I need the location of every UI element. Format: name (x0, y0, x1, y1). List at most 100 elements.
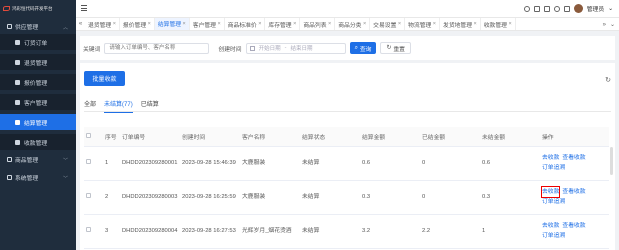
start-date-placeholder: 开始日期 (258, 46, 281, 52)
order-icon (15, 39, 20, 45)
order-trace-link[interactable]: 订单追溯 (542, 197, 609, 207)
sidebar-item-returns[interactable]: 退货管理 (0, 54, 76, 70)
calendar-icon (249, 45, 255, 51)
close-icon[interactable]: × (474, 21, 477, 27)
top-toolbar: 管理员 ⌄ (523, 4, 613, 13)
menu-group-goods[interactable]: 商品管理 ﹀ (0, 153, 76, 166)
tab-label: 退货管理 (88, 22, 112, 29)
row-checkbox[interactable] (86, 226, 91, 232)
collect-link[interactable]: 去收款 (540, 186, 561, 198)
sidebar-item-customers[interactable]: 客户管理 (0, 94, 76, 110)
tab-label: 库存管理 (268, 22, 292, 29)
column-header: 创建时间 (180, 127, 240, 147)
search-button[interactable]: ⌕ 查询 (349, 42, 377, 54)
menu-group-label: 供应管理 (15, 25, 39, 31)
batch-collect-button[interactable]: 批量收款 (84, 71, 125, 86)
row-actions: 去收款 查看收款 订单追溯 (540, 214, 609, 249)
row-checkbox[interactable] (86, 192, 91, 198)
close-icon[interactable]: × (508, 21, 511, 27)
keyword-label: 关键词 (83, 46, 101, 53)
notification-icon[interactable] (553, 5, 560, 12)
keyword-input[interactable] (104, 42, 210, 54)
user-name[interactable]: 管理员 (587, 4, 604, 13)
close-icon[interactable]: × (398, 21, 401, 27)
tab-logistics[interactable]: 物流管理 × (405, 18, 441, 30)
tab-label: 客户管理 (192, 22, 216, 29)
close-icon[interactable]: × (293, 21, 296, 27)
close-icon[interactable]: × (113, 21, 116, 27)
close-icon[interactable]: × (148, 21, 151, 27)
close-icon[interactable]: × (217, 21, 220, 27)
message-icon[interactable] (533, 5, 540, 12)
close-icon[interactable]: × (363, 21, 366, 27)
sidebar-item-orders[interactable]: 订货订单 (0, 34, 76, 50)
view-payment-link[interactable]: 查看收款 (562, 153, 585, 163)
order-trace-link[interactable]: 订单追溯 (542, 163, 609, 173)
tab-goods-category[interactable]: 商品分类 × (335, 18, 371, 30)
column-header: 客户名称 (240, 127, 300, 147)
row-select-cell (84, 214, 103, 249)
reset-button[interactable]: ↻ 重置 (380, 42, 411, 54)
order-number: DHDD202309280004 (120, 214, 180, 249)
view-payment-link[interactable]: 查看收款 (562, 221, 585, 231)
table-row: 3 DHDD202309280004 2023-09-28 16:27:53 光… (84, 214, 609, 249)
row-checkbox[interactable] (86, 158, 91, 164)
sidebar-item-label: 报价管理 (24, 80, 48, 87)
search-icon[interactable] (523, 5, 530, 12)
chevron-down-icon[interactable]: ⌄ (608, 6, 613, 12)
search-panel: 关键词 创建时间 开始日期 - 结束日期 ⌕ 查询 ↻ 重置 (80, 36, 615, 60)
chevron-left-icon[interactable]: « (76, 21, 85, 27)
end-date-placeholder: 结束日期 (290, 46, 313, 52)
close-icon[interactable]: × (183, 21, 186, 27)
tab-standard-price[interactable]: 商品标准价 × (225, 18, 266, 30)
row-select-cell (84, 180, 103, 215)
action-group: 去收款 查看收款 (542, 153, 609, 163)
tab-shipping-origin[interactable]: 发货地管理 × (440, 18, 481, 30)
close-icon[interactable]: × (433, 21, 436, 27)
app-logo: 鸿彩恒代码开发平台 (0, 0, 76, 17)
system-icon (7, 175, 12, 180)
tab-quotes[interactable]: 报价管理 × (120, 18, 155, 30)
action-group: 去收款 查看收款 (540, 186, 609, 198)
user-icon (15, 99, 20, 105)
sidebar-item-label: 客户管理 (24, 100, 48, 107)
avatar[interactable] (573, 4, 583, 13)
tab-label: 发货地管理 (443, 22, 473, 29)
vertical-scrollbar[interactable] (610, 147, 613, 175)
collect-link[interactable]: 去收款 (542, 153, 559, 163)
refresh-icon[interactable]: ↻ (605, 76, 611, 84)
chevron-right-icon[interactable]: » (603, 22, 606, 28)
sidebar: 鸿彩恒代码开发平台 供应管理 ︿ 订货订单 退货管理 报价管理 客户管理 结算管… (0, 0, 76, 250)
date-range-picker[interactable]: 开始日期 - 结束日期 (245, 42, 346, 54)
tab-label: 结算管理 (157, 22, 182, 28)
order-trace-link[interactable]: 订单追溯 (542, 231, 609, 241)
tab-customers[interactable]: 客户管理 × (190, 18, 225, 30)
tab-returns[interactable]: 退货管理 × (85, 18, 120, 30)
settlement-status: 未结算 (300, 180, 360, 215)
column-header: 订单编号 (120, 127, 180, 147)
collect-link[interactable]: 去收款 (542, 221, 559, 231)
document-icon[interactable] (563, 5, 570, 12)
tab-goods-list[interactable]: 商品列表 × (300, 18, 336, 30)
menu-group-system[interactable]: 系统管理 ﹀ (0, 171, 76, 184)
sidebar-item-settlement[interactable]: 结算管理 (0, 114, 76, 130)
view-payment-link[interactable]: 查看收款 (562, 187, 585, 197)
chevron-down-icon[interactable]: ⌄ (610, 21, 615, 28)
sidebar-item-payments[interactable]: 收款管理 (0, 134, 76, 150)
sidebar-item-quotes[interactable]: 报价管理 (0, 74, 76, 90)
row-number: 2 (103, 180, 120, 215)
close-icon[interactable]: × (328, 21, 331, 27)
tab-trade-settings[interactable]: 交易设置 × (370, 18, 406, 30)
tab-payments[interactable]: 收款管理 × (481, 18, 516, 30)
tab-label: 物流管理 (408, 22, 432, 29)
goods-icon (7, 157, 12, 162)
menu-toggle-icon[interactable] (81, 5, 87, 11)
tab-label: 交易设置 (373, 22, 397, 29)
select-all-checkbox[interactable] (86, 132, 91, 138)
sidebar-item-label: 结算管理 (24, 120, 48, 127)
tab-settlement[interactable]: 结算管理 × (154, 18, 190, 30)
tab-inventory[interactable]: 库存管理 × (265, 18, 301, 30)
close-icon[interactable]: × (258, 21, 261, 27)
fullscreen-icon[interactable] (543, 5, 550, 12)
menu-group-supply[interactable]: 供应管理 ︿ (0, 20, 76, 33)
